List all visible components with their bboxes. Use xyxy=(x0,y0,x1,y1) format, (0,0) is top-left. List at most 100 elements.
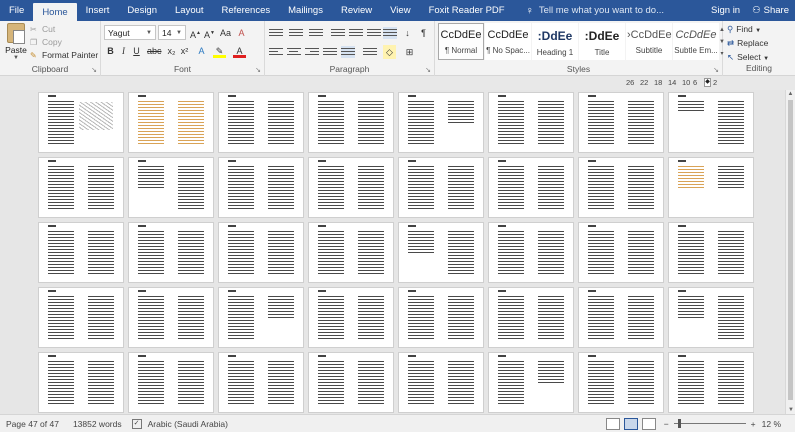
bullets-icon[interactable] xyxy=(269,27,283,39)
style-title[interactable]: :DdEe Title xyxy=(579,23,625,60)
increase-indent-icon[interactable] xyxy=(349,27,363,39)
page-thumbnail[interactable] xyxy=(398,222,484,283)
language-indicator[interactable]: Arabic (Saudi Arabia) xyxy=(148,419,228,429)
scroll-down-icon[interactable]: ▼ xyxy=(786,407,795,413)
style-heading-1[interactable]: :DdEe Heading 1 xyxy=(532,23,578,60)
line-spacing-icon[interactable] xyxy=(363,46,377,58)
page-thumbnail[interactable] xyxy=(128,287,214,348)
read-mode-icon[interactable] xyxy=(605,417,620,430)
page-thumbnail[interactable] xyxy=(38,287,124,348)
page-thumbnail[interactable] xyxy=(578,222,664,283)
font-name-box[interactable]: Yagut ▼ xyxy=(104,25,156,40)
page-thumbnail[interactable] xyxy=(128,222,214,283)
superscript-button[interactable]: x² xyxy=(178,44,191,58)
page-thumbnail[interactable] xyxy=(38,157,124,218)
page-thumbnail[interactable] xyxy=(308,92,394,153)
page-thumbnail[interactable] xyxy=(578,92,664,153)
bold-button[interactable]: B xyxy=(104,44,117,58)
page-thumbnail[interactable] xyxy=(668,157,754,218)
proofing-icon[interactable]: ✓ xyxy=(131,418,142,429)
style-no-spacing[interactable]: CcDdEe ¶ No Spac... xyxy=(485,23,531,60)
chevron-up-icon[interactable]: ▲ xyxy=(718,24,726,36)
zoom-out-icon[interactable]: − xyxy=(664,419,669,429)
page-thumbnail[interactable] xyxy=(578,287,664,348)
tab-home[interactable]: Home xyxy=(33,3,77,21)
zoom-level[interactable]: 12 % xyxy=(762,419,781,429)
page-thumbnail[interactable] xyxy=(218,222,304,283)
page-thumbnail[interactable] xyxy=(488,222,574,283)
sign-in-link[interactable]: Sign in xyxy=(705,0,746,21)
underline-button[interactable]: U xyxy=(130,44,143,58)
page-thumbnail[interactable] xyxy=(128,92,214,153)
page-thumbnail[interactable] xyxy=(218,287,304,348)
tab-insert[interactable]: Insert xyxy=(77,0,119,21)
align-center-icon[interactable] xyxy=(287,46,301,58)
font-color-button[interactable]: A xyxy=(233,44,246,58)
style-normal[interactable]: CcDdEe ¶ Normal xyxy=(438,23,484,60)
sort-icon[interactable]: ↓ xyxy=(401,26,414,40)
tab-design[interactable]: Design xyxy=(118,0,166,21)
tab-review[interactable]: Review xyxy=(332,0,381,21)
page-thumbnail[interactable] xyxy=(218,157,304,218)
page-thumbnail[interactable] xyxy=(38,222,124,283)
word-count[interactable]: 13852 words xyxy=(73,419,122,429)
page-thumbnail[interactable] xyxy=(578,157,664,218)
align-right-icon[interactable] xyxy=(305,46,319,58)
page-thumbnail[interactable] xyxy=(488,287,574,348)
page-thumbnail[interactable] xyxy=(668,287,754,348)
tell-me-box[interactable]: ♀ Tell me what you want to do... xyxy=(526,0,664,21)
numbering-icon[interactable] xyxy=(289,27,303,39)
page-thumbnail[interactable] xyxy=(398,352,484,413)
page-count[interactable]: Page 47 of 47 xyxy=(6,419,59,429)
page-thumbnail[interactable] xyxy=(398,157,484,218)
align-left-icon[interactable] xyxy=(269,46,283,58)
page-thumbnail[interactable] xyxy=(668,222,754,283)
chevron-down-icon[interactable]: ▼ xyxy=(718,36,726,48)
strikethrough-button[interactable]: abc xyxy=(147,44,162,58)
document-area[interactable] xyxy=(0,90,785,414)
page-thumbnail[interactable] xyxy=(398,92,484,153)
subscript-button[interactable]: x₂ xyxy=(165,44,178,58)
page-thumbnail[interactable] xyxy=(398,287,484,348)
page-thumbnail[interactable] xyxy=(128,352,214,413)
zoom-in-icon[interactable]: + xyxy=(751,419,756,429)
italic-button[interactable]: I xyxy=(117,44,130,58)
tab-layout[interactable]: Layout xyxy=(166,0,213,21)
tab-foxit-reader-pdf[interactable]: Foxit Reader PDF xyxy=(420,0,514,21)
borders-icon[interactable]: ⊞ xyxy=(403,45,416,59)
scrollbar-thumb[interactable] xyxy=(788,100,793,400)
vertical-scrollbar[interactable]: ▲ ▼ xyxy=(785,90,795,414)
dialog-launcher-icon[interactable]: ↘ xyxy=(255,66,261,74)
page-thumbnail[interactable] xyxy=(668,352,754,413)
tab-view[interactable]: View xyxy=(381,0,419,21)
tab-mailings[interactable]: Mailings xyxy=(279,0,332,21)
indent-marker-icon[interactable]: ◆ xyxy=(704,78,711,87)
rtl-direction-icon[interactable] xyxy=(367,27,381,39)
style-subtitle[interactable]: ›CcDdEe Subtitle xyxy=(626,23,672,60)
font-size-box[interactable]: 14 ▼ xyxy=(158,25,186,40)
dialog-launcher-icon[interactable]: ↘ xyxy=(425,66,431,74)
page-thumbnail[interactable] xyxy=(38,352,124,413)
print-layout-icon[interactable] xyxy=(623,417,638,430)
shrink-font-button[interactable]: A▼ xyxy=(203,26,216,40)
page-thumbnail[interactable] xyxy=(308,287,394,348)
dialog-launcher-icon[interactable]: ↘ xyxy=(91,66,97,74)
justify-low-icon[interactable] xyxy=(341,46,355,58)
text-effects-button[interactable]: A xyxy=(195,44,208,58)
web-layout-icon[interactable] xyxy=(641,417,656,430)
share-button[interactable]: ⚇ Share xyxy=(746,0,795,21)
page-thumbnail[interactable] xyxy=(128,157,214,218)
page-thumbnail[interactable] xyxy=(308,222,394,283)
find-button[interactable]: ⚲ Find ▼ xyxy=(727,24,761,35)
format-painter-button[interactable]: ✎ Format Painter xyxy=(30,50,98,60)
clear-formatting-icon[interactable]: A xyxy=(235,26,248,40)
page-thumbnail[interactable] xyxy=(308,352,394,413)
more-styles-icon[interactable]: ▾ xyxy=(718,48,726,60)
paste-button[interactable]: Paste ▼ xyxy=(4,23,28,63)
tab-references[interactable]: References xyxy=(213,0,280,21)
zoom-slider[interactable] xyxy=(673,419,746,428)
tab-file[interactable]: File xyxy=(0,0,33,21)
page-thumbnail[interactable] xyxy=(578,352,664,413)
page-thumbnail[interactable] xyxy=(218,92,304,153)
multilevel-list-icon[interactable] xyxy=(309,27,323,39)
